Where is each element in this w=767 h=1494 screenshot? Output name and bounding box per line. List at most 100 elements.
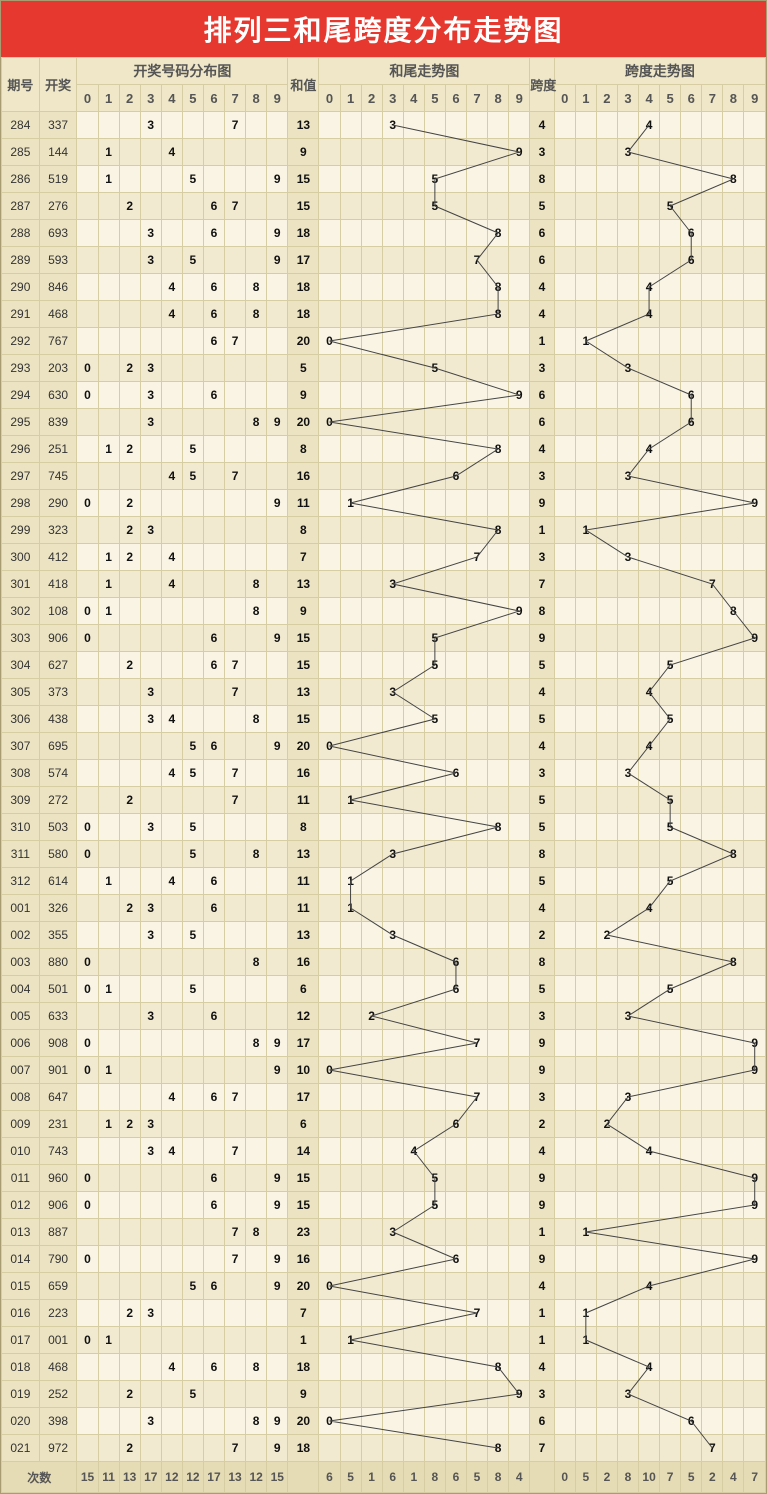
dist-cell bbox=[182, 274, 203, 301]
dist-cell bbox=[161, 841, 182, 868]
period-cell: 021 bbox=[2, 1435, 40, 1462]
period-cell: 299 bbox=[2, 517, 40, 544]
span-cell: 5 bbox=[530, 814, 554, 841]
tail-cell bbox=[466, 166, 487, 193]
sum-cell: 16 bbox=[288, 463, 319, 490]
tail-cell bbox=[382, 193, 403, 220]
span-trend-cell bbox=[744, 463, 766, 490]
span-trend-cell bbox=[744, 544, 766, 571]
dist-cell: 4 bbox=[161, 544, 182, 571]
span-cell: 9 bbox=[530, 1246, 554, 1273]
span-trend-cell bbox=[660, 1111, 681, 1138]
span-trend-cell bbox=[723, 544, 744, 571]
dist-cell bbox=[225, 1057, 246, 1084]
span-trend-cell bbox=[575, 193, 596, 220]
span-trend-cell bbox=[681, 1138, 702, 1165]
tail-cell bbox=[403, 895, 424, 922]
tail-cell bbox=[361, 1273, 382, 1300]
span-trend-cell bbox=[744, 328, 766, 355]
tail-cell bbox=[445, 895, 466, 922]
span-trend-cell: 6 bbox=[681, 247, 702, 274]
dist-cell: 2 bbox=[119, 787, 140, 814]
tail-cell bbox=[509, 733, 530, 760]
tail-cell bbox=[340, 1408, 361, 1435]
tail-cell bbox=[466, 787, 487, 814]
dist-cell bbox=[267, 301, 288, 328]
tail-cell bbox=[424, 112, 445, 139]
table-row: 29829002911199 bbox=[2, 490, 766, 517]
dist-cell bbox=[225, 517, 246, 544]
tail-cell bbox=[403, 328, 424, 355]
tail-cell bbox=[340, 274, 361, 301]
dist-cell: 9 bbox=[267, 1246, 288, 1273]
span-trend-cell bbox=[660, 139, 681, 166]
count-cell: 15 bbox=[77, 1462, 98, 1493]
tail-cell bbox=[361, 733, 382, 760]
dist-cell bbox=[98, 1381, 119, 1408]
dist-cell bbox=[225, 1354, 246, 1381]
dist-cell: 2 bbox=[119, 1381, 140, 1408]
span-trend-cell bbox=[702, 949, 723, 976]
draw-cell: 614 bbox=[39, 868, 77, 895]
dist-cell bbox=[140, 625, 161, 652]
draw-cell: 272 bbox=[39, 787, 77, 814]
tail-cell bbox=[319, 652, 340, 679]
span-trend-cell bbox=[660, 1246, 681, 1273]
span-trend-cell bbox=[575, 409, 596, 436]
dist-cell bbox=[225, 1030, 246, 1057]
dist-cell: 0 bbox=[77, 382, 98, 409]
span-trend-cell bbox=[723, 1408, 744, 1435]
sum-cell: 18 bbox=[288, 1435, 319, 1462]
span-trend-cell bbox=[702, 139, 723, 166]
dist-cell bbox=[98, 1300, 119, 1327]
tail-cell bbox=[319, 625, 340, 652]
tail-cell bbox=[424, 679, 445, 706]
span-trend-cell bbox=[575, 166, 596, 193]
span-trend-cell bbox=[702, 112, 723, 139]
tail-cell bbox=[445, 193, 466, 220]
tail-cell bbox=[466, 1273, 487, 1300]
span-trend-cell bbox=[681, 1381, 702, 1408]
count-cell: 17 bbox=[203, 1462, 224, 1493]
span-trend-cell bbox=[744, 274, 766, 301]
dist-cell: 5 bbox=[182, 166, 203, 193]
period-cell: 311 bbox=[2, 841, 40, 868]
span-trend-cell bbox=[744, 1381, 766, 1408]
tail-cell bbox=[319, 1030, 340, 1057]
span-trend-cell bbox=[575, 1138, 596, 1165]
span-trend-cell bbox=[744, 355, 766, 382]
dist-cell: 3 bbox=[140, 1408, 161, 1435]
dist-cell: 6 bbox=[203, 895, 224, 922]
dist-cell bbox=[119, 409, 140, 436]
span-trend-cell bbox=[681, 328, 702, 355]
tail-cell bbox=[319, 193, 340, 220]
span-trend-cell bbox=[554, 328, 575, 355]
dist-cell bbox=[98, 409, 119, 436]
count-cell: 6 bbox=[382, 1462, 403, 1493]
dist-cell bbox=[140, 841, 161, 868]
span-trend-cell: 5 bbox=[660, 787, 681, 814]
dist-cell: 3 bbox=[140, 247, 161, 274]
dist-cell bbox=[77, 436, 98, 463]
dist-cell bbox=[161, 193, 182, 220]
span-cell: 9 bbox=[530, 1165, 554, 1192]
span-trend-cell bbox=[554, 193, 575, 220]
tail-cell bbox=[488, 1327, 509, 1354]
table-row: 28651915915588 bbox=[2, 166, 766, 193]
dist-cell bbox=[161, 328, 182, 355]
tail-cell bbox=[403, 598, 424, 625]
tail-cell bbox=[466, 1435, 487, 1462]
count-cell: 4 bbox=[509, 1462, 530, 1493]
dist-cell bbox=[140, 544, 161, 571]
span-cell: 6 bbox=[530, 1408, 554, 1435]
span-trend-cell bbox=[681, 301, 702, 328]
span-cell: 5 bbox=[530, 652, 554, 679]
col-period: 期号 bbox=[2, 58, 40, 112]
dist-cell bbox=[267, 382, 288, 409]
span-trend-cell bbox=[639, 868, 660, 895]
tail-cell bbox=[361, 1300, 382, 1327]
span-trend-cell bbox=[575, 922, 596, 949]
dist-cell bbox=[98, 463, 119, 490]
dist-cell bbox=[119, 733, 140, 760]
tail-cell bbox=[382, 220, 403, 247]
